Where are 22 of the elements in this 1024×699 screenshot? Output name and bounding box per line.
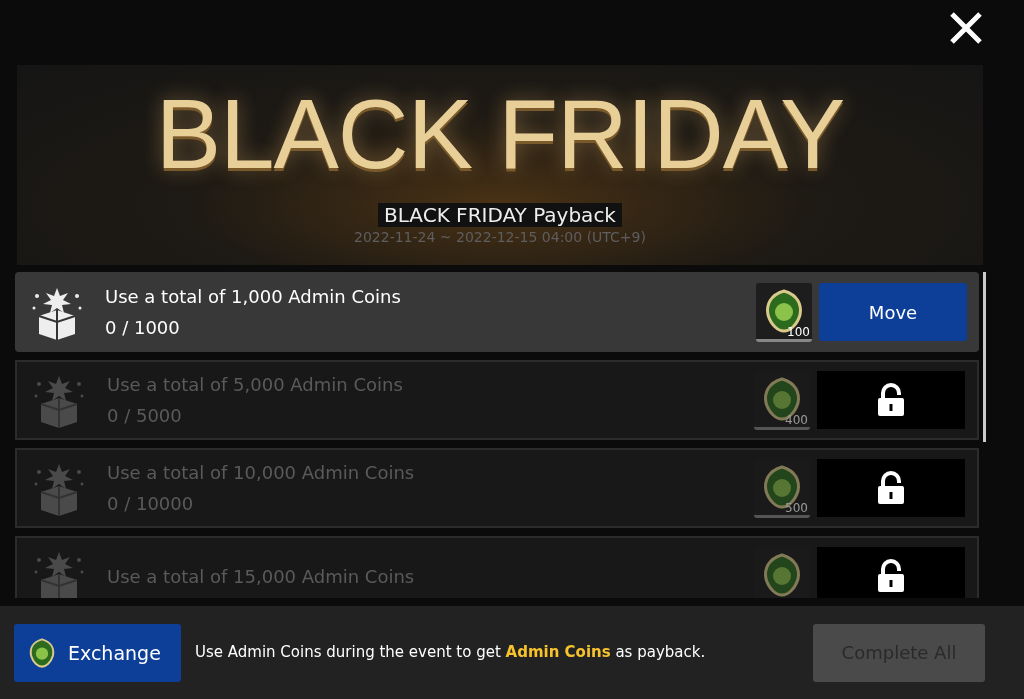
mission-title: Use a total of 1,000 Admin Coins <box>105 286 402 307</box>
mission-title: Use a total of 10,000 Admin Coins <box>107 462 416 483</box>
reward-count: 500 <box>785 500 808 515</box>
reward-count: 100 <box>787 324 810 339</box>
coin-icon <box>28 637 56 668</box>
event-period: 2022-11-24 ~ 2022-12-15 04:00 (UTC+9) <box>354 229 646 245</box>
banner-subtitle: BLACK FRIDAY Payback <box>378 203 622 227</box>
payback-note: Use Admin Coins during the event to get Admin Coins as payback. <box>195 642 707 663</box>
exchange-button[interactable]: Exchange <box>14 623 181 682</box>
mission-progress: 0 / 10000 <box>107 493 195 514</box>
mission-title: Use a total of 5,000 Admin Coins <box>107 374 404 395</box>
move-button[interactable]: Move <box>819 283 967 341</box>
mission-title: Use a total of 15,000 Admin Coins <box>107 565 416 587</box>
lock-icon <box>877 559 905 593</box>
lock-icon <box>877 383 905 417</box>
reward-count: 400 <box>785 412 808 427</box>
lock-icon <box>877 471 905 505</box>
banner-headline: BLACK FRIDAY <box>155 85 845 183</box>
mission-progress: 0 / 1000 <box>105 317 181 338</box>
coin-icon <box>762 552 802 597</box>
close-icon[interactable] <box>948 9 984 46</box>
mission-progress: 0 / 5000 <box>107 405 183 426</box>
